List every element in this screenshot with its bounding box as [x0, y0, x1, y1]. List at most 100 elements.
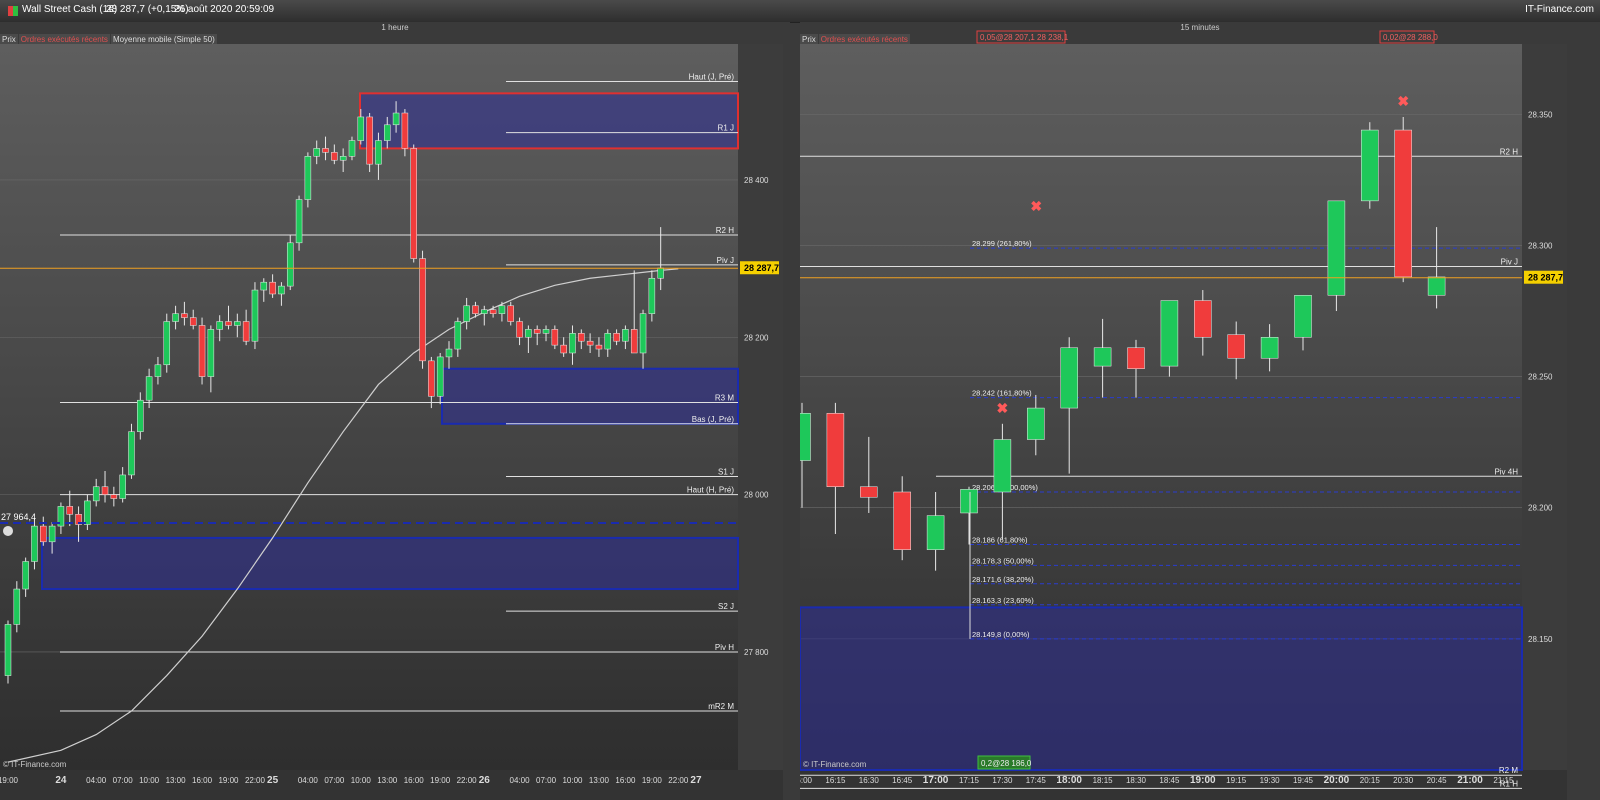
order-tag-label: 0,02@28 288,0 — [1383, 33, 1438, 42]
x-tick-label: 07:00 — [536, 776, 557, 785]
candle-body — [278, 285, 285, 295]
candle-body — [40, 525, 47, 543]
y-axis-strip — [1522, 44, 1567, 770]
x-tick-label: 21:00 — [1457, 775, 1483, 786]
candle-body — [551, 329, 559, 346]
candle-body — [826, 413, 845, 487]
fib-label: 28.149,8 (0,00%) — [972, 630, 1030, 639]
x-tick-label: 24 — [55, 775, 67, 786]
level-label: mR2 M — [708, 702, 734, 711]
x-tick-label: 18:45 — [1159, 776, 1180, 785]
candle-body — [181, 313, 188, 318]
x-tick-label: 18:30 — [1126, 776, 1147, 785]
candle-body — [128, 431, 135, 476]
candle-body — [1260, 337, 1279, 359]
zone-rect — [359, 92, 739, 150]
candle-body — [110, 494, 118, 499]
candle-body — [154, 364, 162, 377]
candle-body — [101, 486, 109, 495]
candle-body — [339, 156, 347, 161]
order-level-label: 27 964,4 — [1, 512, 36, 522]
x-tick-label: 04:00 — [86, 776, 107, 785]
candle-body — [13, 588, 21, 625]
candle-body — [84, 500, 91, 525]
candle-body — [525, 329, 532, 338]
x-tick-label: 18:15 — [1093, 776, 1114, 785]
chart-panel-left[interactable]: 1 heure Prix Ordres exécutés récents Moyen… — [0, 22, 790, 800]
candle-body — [463, 305, 470, 322]
x-tick-label: 17:45 — [1026, 776, 1047, 785]
level-label: Piv H — [715, 643, 734, 652]
candle-body — [242, 321, 250, 342]
x-tick-label: 10:00 — [562, 776, 583, 785]
candle-body — [295, 199, 303, 244]
x-tick-label: 17:30 — [992, 776, 1013, 785]
x-axis-strip — [0, 770, 783, 800]
x-tick-label: 27 — [690, 775, 702, 786]
candle-body — [893, 491, 911, 550]
instrument-name[interactable]: Wall Street Cash (1€) — [22, 4, 117, 15]
candle-body — [357, 116, 365, 141]
candle-body — [225, 321, 232, 326]
candle-body — [286, 242, 294, 287]
x-tick-label: 13:00 — [589, 776, 610, 785]
candle-body — [401, 112, 409, 149]
x-tick-label: 18:00 — [1056, 775, 1082, 786]
x-tick-label: 20:15 — [1360, 776, 1381, 785]
level-label: Piv J — [1501, 257, 1518, 266]
order-cross-icon: ✖ — [1397, 93, 1409, 109]
candlestick-chart-15m[interactable]: 28.150 28.200 28.250 28.300 28.350 R2 H Piv J P… — [800, 22, 1600, 800]
candle-body — [860, 486, 878, 498]
x-tick-label: 19:30 — [1260, 776, 1281, 785]
candle-body — [639, 313, 647, 354]
chart-panel-right[interactable]: 15 minutes Prix Ordres exécutés récents 2… — [800, 22, 1600, 800]
y-tick-label: 27 800 — [744, 648, 769, 657]
x-tick-label: 16:45 — [892, 776, 913, 785]
watermark: © IT-Finance.com — [803, 760, 867, 769]
order-tag-label: 0,2@28 186,0 — [981, 759, 1032, 768]
level-label: R3 M — [715, 394, 734, 403]
x-tick-label: 16:30 — [859, 776, 880, 785]
fib-label: 28.171,6 (38,20%) — [972, 575, 1034, 584]
level-label: R2 H — [1500, 147, 1518, 156]
x-tick-label: 26 — [479, 775, 491, 786]
candle-body — [516, 321, 523, 338]
zone-rect — [800, 606, 1523, 772]
candlestick-chart-1h[interactable]: 27 800 28 000 28 200 28 400 Haut (J, Pré) R1 … — [0, 22, 790, 800]
candle-body — [384, 124, 391, 141]
candle-body — [622, 329, 629, 342]
x-tick-label: 19:00 — [218, 776, 239, 785]
candle-body — [586, 340, 594, 346]
candle-body — [145, 376, 153, 401]
candle-body — [436, 356, 444, 397]
candle-body — [322, 148, 329, 153]
current-price-label: 28 287,7 — [1528, 273, 1563, 283]
top-bar: Wall Street Cash (1€) 28 287,7 (+0,15%) … — [0, 0, 1600, 23]
x-tick-label: 07:00 — [113, 776, 134, 785]
candle-body — [1361, 129, 1379, 202]
level-label: Piv J — [717, 256, 734, 265]
candle-body — [1394, 129, 1412, 278]
candle-body — [375, 140, 382, 165]
level-label: Haut (H, Pré) — [687, 486, 734, 495]
y-tick-label: 28 000 — [744, 491, 769, 500]
candle-body — [613, 333, 620, 342]
x-tick-label: 17:15 — [959, 776, 980, 785]
order-icon — [3, 525, 13, 536]
candle-body — [172, 313, 179, 322]
candle-body — [648, 277, 656, 314]
candle-body — [1060, 347, 1078, 409]
y-axis-strip — [738, 44, 783, 770]
fib-label: 28.178,3 (50,00%) — [972, 556, 1034, 565]
candle-body — [507, 305, 514, 322]
candle-body — [348, 140, 356, 157]
x-tick-label: 07:00 — [324, 776, 345, 785]
x-tick-label: 19:15 — [1226, 776, 1247, 785]
y-tick-label: 28 200 — [744, 333, 769, 342]
candle-body — [48, 525, 56, 543]
x-tick-label: 19:00 — [430, 776, 451, 785]
x-tick-label: 16:15 — [825, 776, 846, 785]
candle-body — [392, 112, 400, 126]
candle-body — [269, 281, 276, 295]
candle-body — [1294, 295, 1312, 338]
